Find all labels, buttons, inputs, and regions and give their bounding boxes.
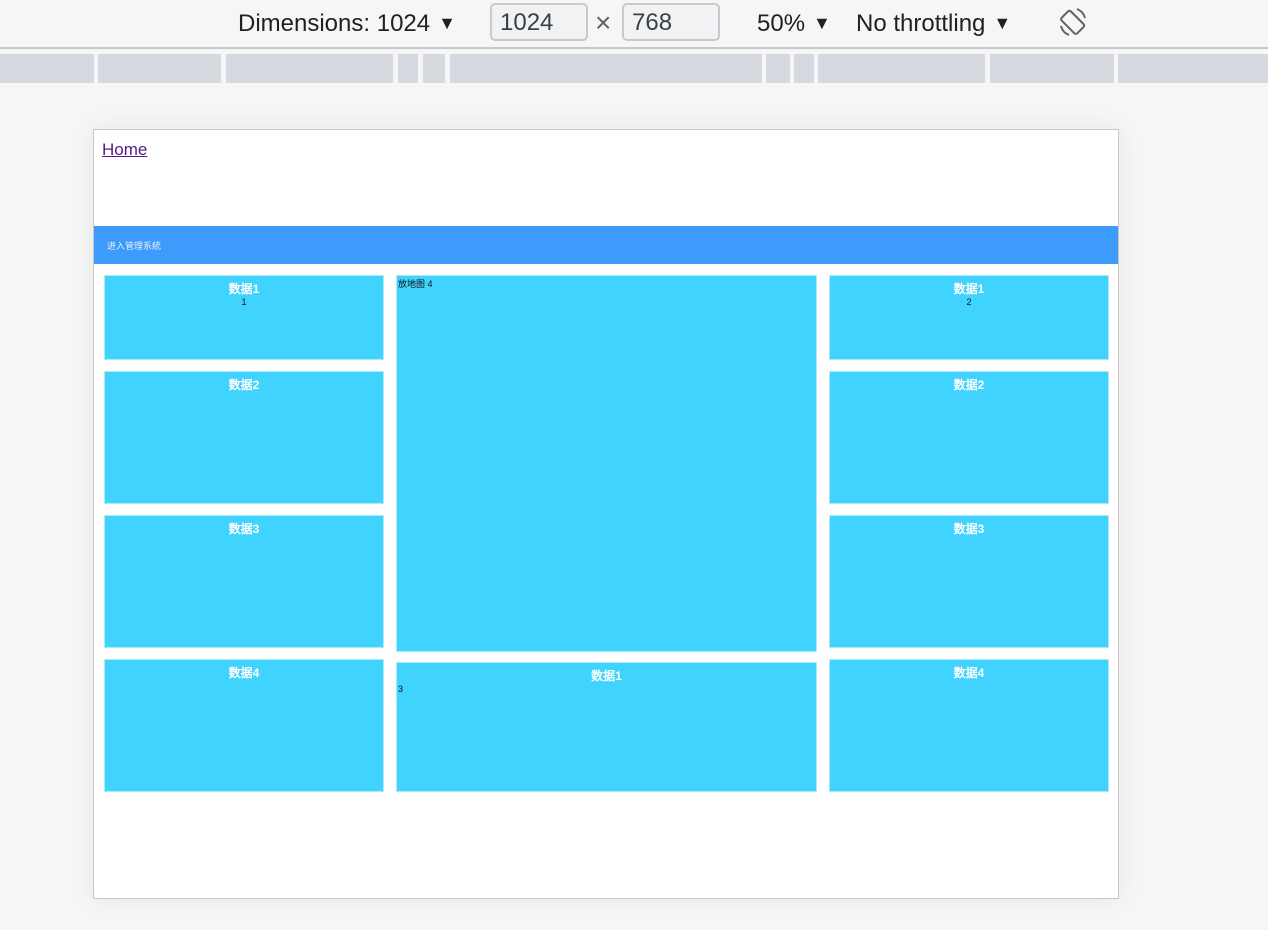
throttling-dropdown[interactable]: No throttling ▼ (856, 8, 1011, 39)
left-panel-4: 数据4 (104, 659, 384, 792)
panel-title: 数据1 (591, 669, 622, 683)
panel-value: 3 (398, 684, 404, 694)
left-panel-2: 数据2 (104, 371, 384, 504)
zoom-label: 50% (757, 10, 806, 37)
media-query-bar[interactable] (818, 54, 985, 83)
center-bottom-panel: 数据1 3 (396, 662, 817, 792)
media-query-bar[interactable] (450, 54, 762, 83)
media-query-bar[interactable] (423, 54, 445, 83)
enter-admin-link[interactable]: 进入管理系統 (107, 239, 161, 252)
right-panel-4: 数据4 (829, 659, 1109, 792)
panel-title: 数据3 (228, 522, 260, 536)
panel-title: 数据2 (228, 378, 260, 392)
device-viewport: Home 进入管理系統 数据1 1 数据2 数据3 数据4 放地图 4 数据1 … (93, 129, 1119, 899)
right-panel-1: 数据1 2 (829, 275, 1109, 360)
rotate-device-icon[interactable] (1058, 6, 1088, 38)
panel-title: 数据1 (953, 282, 985, 296)
media-query-bar[interactable] (990, 54, 1114, 83)
width-input[interactable]: 1024 (490, 3, 588, 41)
chevron-down-icon: ▼ (993, 13, 1012, 33)
panel-title: 数据4 (228, 666, 260, 680)
height-input[interactable]: 768 (622, 3, 720, 41)
media-query-bar[interactable] (98, 54, 221, 83)
panel-value: 1 (241, 297, 247, 307)
panel-title: 数据4 (953, 666, 985, 680)
home-link[interactable]: Home (102, 140, 147, 160)
throttling-label: No throttling (856, 10, 986, 37)
center-map-panel: 放地图 4 (396, 275, 817, 652)
panel-value: 2 (966, 297, 972, 307)
chevron-down-icon: ▼ (438, 13, 456, 33)
media-query-bar[interactable] (398, 54, 418, 83)
left-panel-3: 数据3 (104, 515, 384, 648)
chevron-down-icon: ▼ (813, 13, 831, 33)
media-query-ruler (0, 54, 1268, 85)
left-panel-1: 数据1 1 (104, 275, 384, 360)
panel-title: 数据3 (953, 522, 985, 536)
media-query-bar[interactable] (794, 54, 814, 83)
zoom-dropdown[interactable]: 50% ▼ (757, 8, 831, 39)
panel-title: 数据2 (953, 378, 985, 392)
map-placeholder-label: 放地图 4 (398, 279, 433, 289)
media-query-bar[interactable] (1118, 54, 1268, 83)
dimensions-dropdown[interactable]: Dimensions: 1024 ▼ (238, 8, 456, 39)
right-panel-2: 数据2 (829, 371, 1109, 504)
times-icon: × (595, 7, 612, 38)
media-query-bar[interactable] (766, 54, 790, 83)
dimensions-label: Dimensions: 1024 (238, 10, 431, 37)
header-banner: 进入管理系統 (94, 226, 1118, 264)
media-query-bar[interactable] (226, 54, 393, 83)
panel-title: 数据1 (228, 282, 260, 296)
devtools-device-toolbar: Dimensions: 1024 ▼ 1024 × 768 50% ▼ No thr… (0, 0, 1268, 49)
media-query-bar[interactable] (0, 54, 94, 83)
right-panel-3: 数据3 (829, 515, 1109, 648)
